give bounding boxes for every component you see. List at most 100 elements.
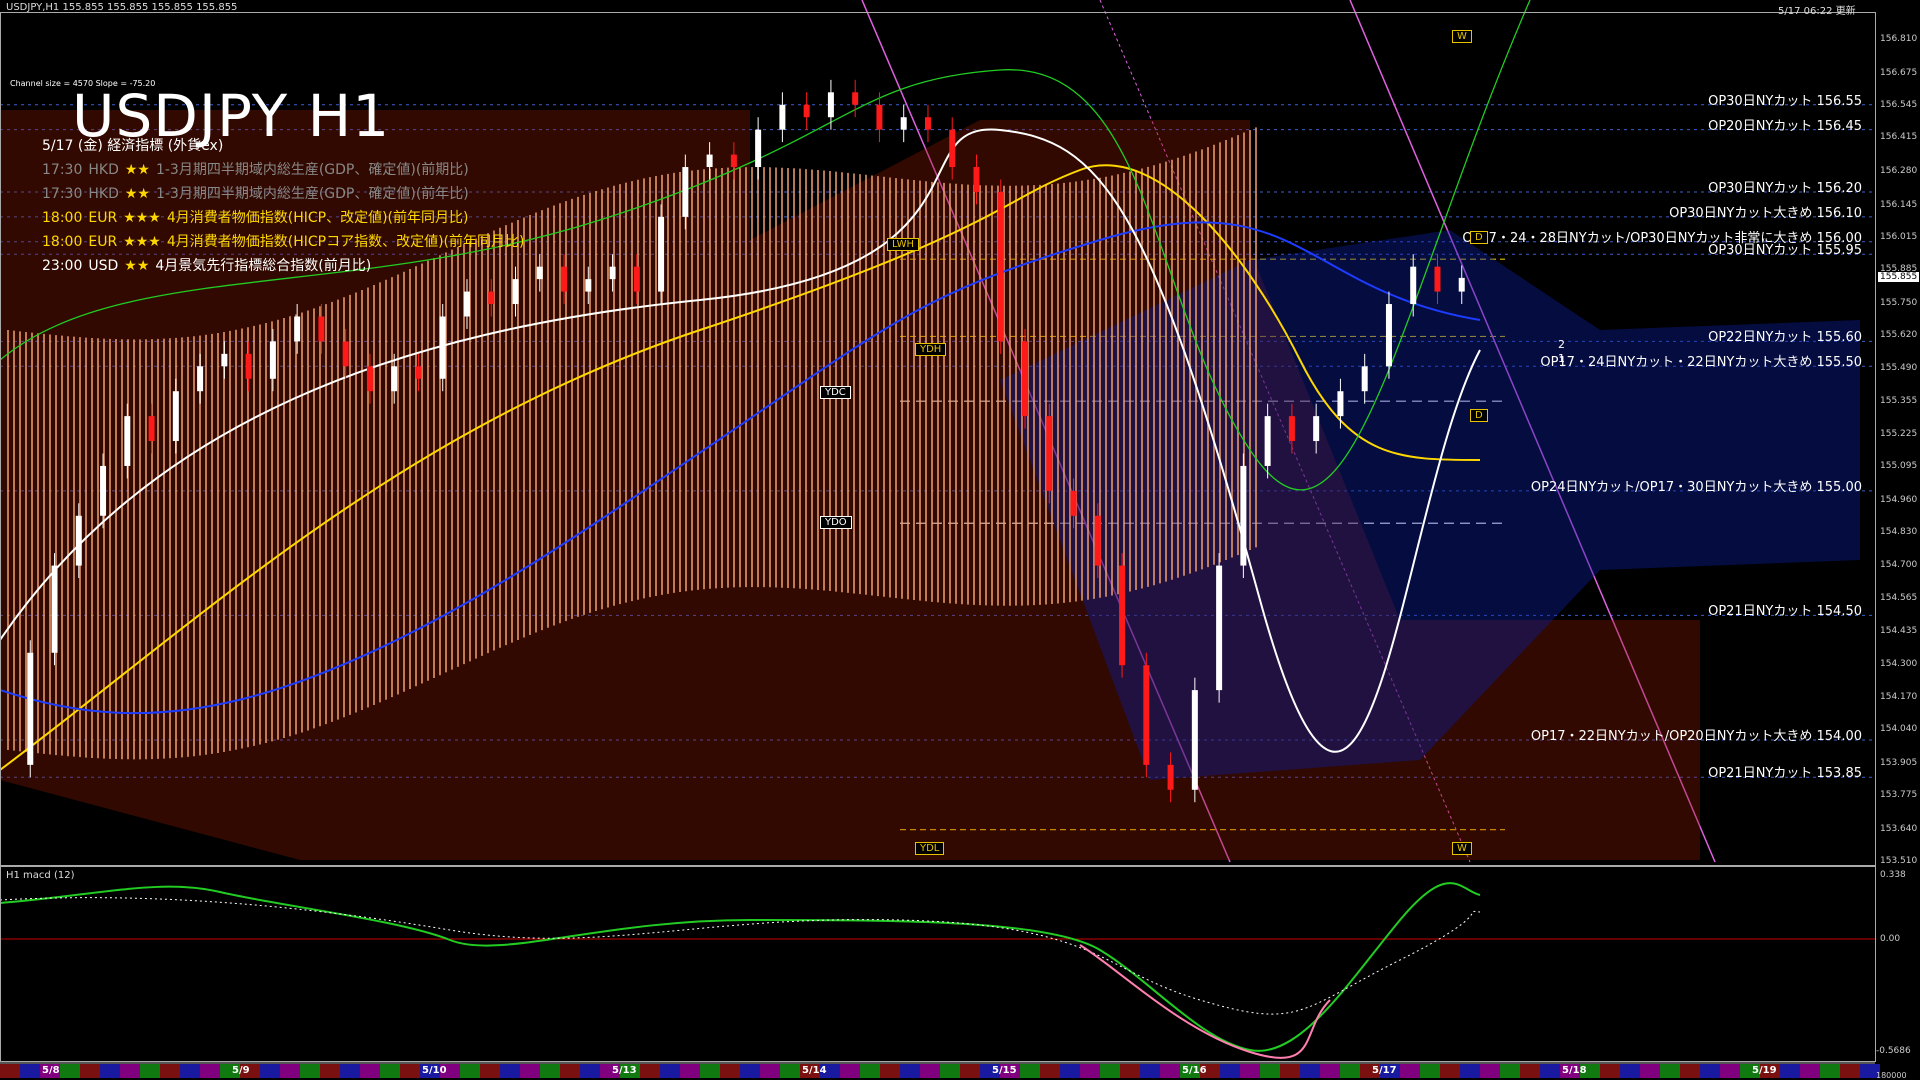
- y-tick-label: 156.280: [1880, 166, 1918, 177]
- y-tick-label: 155.095: [1880, 461, 1918, 472]
- time-strip-segment: [0, 1064, 20, 1078]
- candle-body: [1216, 565, 1223, 691]
- calendar-row: 18:00 EUR ★★★ 4月消費者物価指数(HICP、改定値)(前年同月比): [42, 206, 530, 230]
- time-strip-segment: [540, 1064, 560, 1078]
- candle-body: [148, 416, 155, 442]
- candle-body: [1143, 665, 1150, 765]
- candle-body: [294, 316, 301, 342]
- calendar-stars: ★★: [124, 186, 150, 202]
- calendar-time: 17:30: [42, 162, 83, 178]
- daily-tag-top: D: [1470, 231, 1488, 244]
- candle-body: [827, 92, 834, 118]
- time-strip-segment: [860, 1064, 880, 1078]
- symbol-info: USDJPY,H1 155.855 155.855 155.855 155.85…: [6, 2, 238, 13]
- candle-body: [803, 104, 810, 118]
- time-strip-segment: [1820, 1064, 1840, 1078]
- candle-body: [197, 366, 204, 392]
- weekly-tag-bottom: W: [1452, 842, 1472, 855]
- candle-body: [900, 117, 907, 130]
- level-label: OP30日NYカット 156.55: [1708, 93, 1862, 109]
- daily-tag-mid: D: [1470, 409, 1488, 422]
- time-strip-segment: [280, 1064, 300, 1078]
- time-strip-segment: [1440, 1064, 1460, 1078]
- candle-body: [1385, 304, 1392, 367]
- time-strip-segment: [480, 1064, 500, 1078]
- time-strip-segment: [680, 1064, 700, 1078]
- candle-body: [1191, 690, 1198, 790]
- time-strip-segment: [1160, 1064, 1180, 1078]
- time-strip-segment: [120, 1064, 140, 1078]
- y-tick-label: 153.905: [1880, 757, 1918, 768]
- x-tick-label: 5/18: [1562, 1065, 1587, 1076]
- candle-body: [51, 565, 58, 653]
- time-strip-segment: [700, 1064, 720, 1078]
- time-strip-segment: [60, 1064, 80, 1078]
- calendar-stars: ★★★: [123, 234, 161, 250]
- candle-body: [1313, 416, 1320, 442]
- calendar-event: 4月景気先行指標総合指数(前月比): [155, 258, 372, 274]
- time-strip-segment: [740, 1064, 760, 1078]
- candle-body: [973, 167, 980, 192]
- time-strip-segment: [1060, 1064, 1080, 1078]
- time-strip-segment: [520, 1064, 540, 1078]
- y-tick-label: 156.145: [1880, 199, 1918, 210]
- calendar-time: 18:00: [42, 234, 83, 250]
- candle-body: [1094, 515, 1101, 566]
- candle-body: [633, 266, 640, 292]
- time-strip-segment: [1640, 1064, 1660, 1078]
- candle-body: [561, 266, 568, 292]
- x-tick-label: 5/14: [802, 1065, 827, 1076]
- candle-body: [1070, 490, 1077, 516]
- fib-label-1: 1: [1558, 352, 1565, 365]
- time-strip-segment: [1400, 1064, 1420, 1078]
- time-strip-segment: [940, 1064, 960, 1078]
- time-strip-segment: [1120, 1064, 1140, 1078]
- candle-body: [1046, 416, 1053, 491]
- candle-body: [1361, 366, 1368, 392]
- time-strip-segment: [1080, 1064, 1100, 1078]
- time-strip-segment: [660, 1064, 680, 1078]
- candle-body: [876, 104, 883, 130]
- candle-body: [997, 191, 1004, 342]
- y-tick-label: 153.775: [1880, 789, 1918, 800]
- y-tick-label: 156.545: [1880, 100, 1918, 110]
- time-strip-segment: [1420, 1064, 1440, 1078]
- candle-body: [488, 291, 495, 305]
- candle-body: [100, 465, 107, 516]
- time-strip-segment: [1220, 1064, 1240, 1078]
- ydc-tag: YDC: [820, 386, 851, 399]
- candle-body: [1458, 277, 1465, 292]
- time-strip-segment: [200, 1064, 220, 1078]
- time-strip-segment: [1340, 1064, 1360, 1078]
- time-strip-segment: [460, 1064, 480, 1078]
- candle-body: [391, 366, 398, 392]
- time-strip-segment: [1600, 1064, 1620, 1078]
- macd-max: 0.338: [1880, 870, 1906, 880]
- time-strip-segment: [160, 1064, 180, 1078]
- time-strip-segment: [180, 1064, 200, 1078]
- y-tick-label: 155.490: [1880, 362, 1918, 373]
- x-tick-label: 5/17: [1372, 1065, 1397, 1076]
- ydo-tag: YDO: [820, 516, 852, 529]
- time-strip-segment: [1140, 1064, 1160, 1078]
- calendar-stars: ★★★: [123, 210, 161, 226]
- level-label: OP24日NYカット/OP17・30日NYカット大きめ 155.00: [1530, 479, 1862, 495]
- calendar-ccy: EUR: [88, 234, 118, 250]
- candle-body: [512, 279, 519, 305]
- candle-body: [1240, 465, 1247, 566]
- candle-body: [852, 92, 859, 105]
- y-tick-label: 154.435: [1880, 625, 1918, 636]
- candle-body: [1434, 266, 1441, 292]
- time-strip-segment: [20, 1064, 40, 1078]
- candle-body: [269, 341, 276, 379]
- time-strip-segment: [920, 1064, 940, 1078]
- time-strip-segment: [1020, 1064, 1040, 1078]
- candle-body: [318, 316, 325, 342]
- time-strip-segment: [400, 1064, 420, 1078]
- y-tick-label: 155.355: [1880, 396, 1918, 407]
- time-strip-segment: [1280, 1064, 1300, 1078]
- level-label: OP30日NYカット 156.20: [1708, 180, 1862, 196]
- economic-calendar: 5/17 (金) 経済指標 (外貨ex) 17:30 HKD ★★ 1-3月期四半期域…: [42, 134, 530, 278]
- time-strip-segment: [760, 1064, 780, 1078]
- candle-body: [415, 366, 422, 379]
